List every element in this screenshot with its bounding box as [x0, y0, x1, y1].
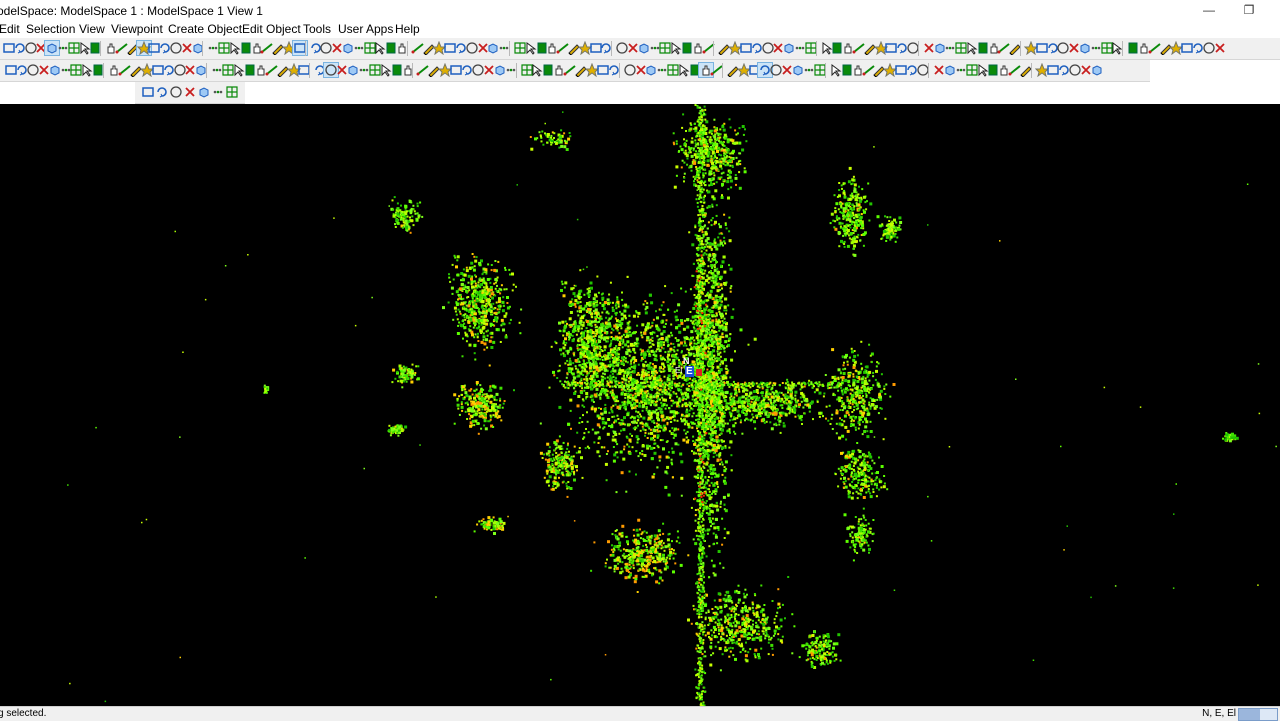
status-message: g selected. — [0, 708, 47, 719]
origin-marker[interactable]: N E El — [674, 356, 704, 382]
status-bar: g selected. N, E, El — [0, 706, 1280, 721]
north-axis-label: N — [683, 356, 690, 366]
refresh-icon — [157, 87, 167, 98]
toolbar-separator — [515, 63, 517, 78]
toolbar-cross-icon-button[interactable] — [1213, 41, 1227, 55]
toolbar-separator — [713, 41, 715, 56]
cube-icon — [199, 87, 209, 98]
toolbar-separator — [309, 63, 311, 78]
menu-edit-object[interactable]: Edit Object — [242, 22, 301, 36]
menu-create-object[interactable]: Create Object — [168, 22, 242, 36]
toolbar-separator — [917, 41, 919, 56]
window-title: odelSpace: ModelSpace 1 : ModelSpace 1 V… — [0, 4, 263, 18]
toolbar-dots-icon-button[interactable] — [211, 85, 225, 99]
restore-button[interactable]: ❐ — [1229, 0, 1269, 20]
menu-tools[interactable]: Tools — [303, 22, 331, 36]
toolbar-separator — [927, 63, 929, 78]
menu-view[interactable]: View — [79, 22, 105, 36]
toolbar-separator — [103, 63, 105, 78]
status-progress-bar — [1238, 708, 1278, 721]
toolbar-separator — [100, 41, 102, 56]
toolbar-circle-icon-button[interactable] — [169, 85, 183, 99]
menu-selection[interactable]: Selection — [26, 22, 75, 36]
toolbar-separator — [618, 63, 620, 78]
toolbar-separator — [611, 41, 613, 56]
coordinate-readout: N, E, El — [1202, 708, 1236, 719]
toolbar-rect-icon-button[interactable] — [141, 85, 155, 99]
model-viewport[interactable]: N E El — [0, 104, 1280, 706]
toolbar-row-1 — [0, 38, 1280, 60]
circle-icon — [170, 86, 182, 98]
toolbar-cross-icon-button[interactable] — [183, 85, 197, 99]
toolbar-cube-icon-button[interactable] — [1090, 63, 1104, 77]
cube-icon — [1092, 65, 1101, 76]
toolbar-separator — [509, 41, 510, 56]
rect-icon — [142, 87, 154, 97]
toolbar-separator — [202, 41, 204, 56]
east-axis-label: E — [685, 366, 694, 377]
menu-viewpoint[interactable]: Viewpoint — [111, 22, 163, 36]
toolbar-cube-icon-button[interactable] — [197, 85, 211, 99]
dots-icon — [213, 90, 223, 94]
elev-axis-label: El — [675, 366, 683, 375]
toolbar-separator — [815, 41, 817, 56]
toolbar-separator — [206, 63, 208, 78]
toolbar-separator — [406, 41, 408, 56]
menu-help[interactable]: Help — [395, 22, 420, 36]
toolbar-separator — [304, 41, 306, 56]
point-cloud — [67, 104, 1277, 706]
toolbar-separator — [1031, 63, 1032, 78]
toolbar-separator — [721, 63, 723, 78]
grid-icon — [226, 86, 238, 98]
toolbar-separator — [412, 63, 414, 78]
toolbar-refresh-icon-button[interactable] — [155, 85, 169, 99]
minimize-button[interactable]: — — [1189, 0, 1229, 20]
menu-bar: Edit Selection View Viewpoint Create Obj… — [0, 20, 1280, 38]
status-progress-fill — [1239, 709, 1260, 720]
cross-icon — [185, 87, 195, 97]
axis-x-bar — [696, 369, 702, 376]
toolbar-row-3 — [135, 82, 245, 104]
toolbar-separator — [1122, 41, 1124, 56]
toolbar-grid-icon-button[interactable] — [225, 85, 239, 99]
toolbar-separator — [824, 63, 826, 78]
toolbar-separator — [1020, 41, 1021, 56]
menu-edit[interactable]: Edit — [0, 22, 20, 36]
cross-icon — [1214, 43, 1225, 53]
title-bar: odelSpace: ModelSpace 1 : ModelSpace 1 V… — [0, 0, 1280, 20]
toolbar-row-2 — [0, 60, 1150, 82]
menu-user-apps[interactable]: User Apps — [338, 22, 393, 36]
